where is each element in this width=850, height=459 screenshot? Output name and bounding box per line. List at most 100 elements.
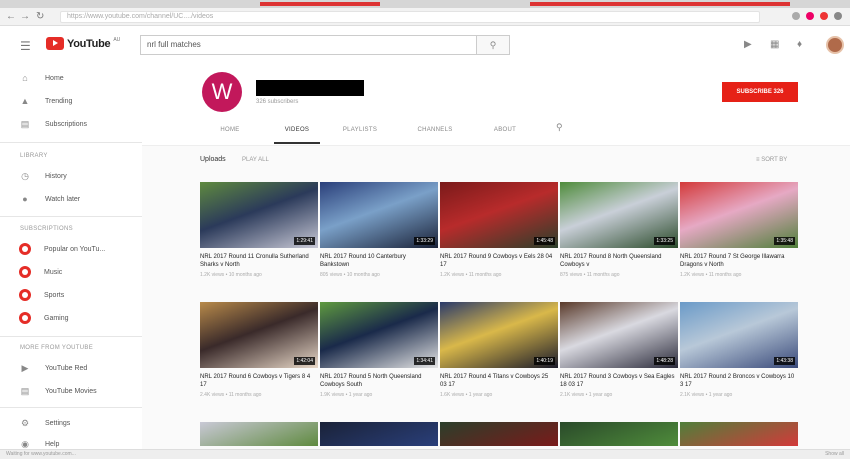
sidebar-item-subscriptions[interactable]: ▤ Subscriptions [0,116,142,132]
subscribe-button[interactable]: SUBSCRIBE 326 [722,82,798,102]
trending-icon: ▲ [20,96,30,106]
video-thumbnail[interactable]: 1:35:48 [680,182,798,248]
video-card[interactable]: 1:43:38 NRL 2017 Round 2 Broncos v Cowboy… [680,302,798,402]
video-meta: 1.2K views • 10 months ago [200,272,262,278]
video-card[interactable]: 1:33:29 NRL 2017 Round 10 Canterbury Bank… [320,182,438,282]
video-title[interactable]: NRL 2017 Round 8 North Queensland Cowboy… [560,253,676,269]
video-duration: 1:29:41 [294,237,315,245]
video-thumbnail[interactable] [440,422,558,446]
play-all-link[interactable]: PLAY ALL [242,157,269,163]
video-thumbnail[interactable]: 1:34:41 [320,302,438,368]
youtube-logo[interactable]: YouTube AU [46,37,120,50]
tab-about[interactable]: ABOUT [490,124,520,144]
video-thumbnail[interactable] [200,422,318,446]
browser-status-bar: Waiting for www.youtube.com... Show all [0,449,850,459]
video-title[interactable]: NRL 2017 Round 10 Canterbury Bankstown [320,253,436,269]
tab-playlists[interactable]: PLAYLISTS [338,124,382,144]
sidebar-item-home[interactable]: ⌂ Home [0,70,142,86]
video-duration: 1:45:48 [534,237,555,245]
video-title[interactable]: NRL 2017 Round 2 Broncos v Cowboys 10 3 … [680,373,796,389]
extension-icon[interactable] [806,12,814,20]
video-card[interactable]: 1:29:41 NRL 2017 Round 11 Cronulla Suther… [200,182,318,282]
video-thumbnail[interactable]: 1:33:25 [560,182,678,248]
video-thumbnail[interactable] [680,422,798,446]
sidebar-item-sports[interactable]: Sports [0,287,142,303]
video-thumbnail[interactable] [320,422,438,446]
sidebar-item-gaming[interactable]: Gaming [0,310,142,326]
search-input[interactable]: nrl full matches [140,35,476,55]
video-card[interactable]: 1:34:41 NRL 2017 Round 5 North Queensland… [320,302,438,402]
sidebar-item-youtube-red[interactable]: ▶ YouTube Red [0,360,142,376]
main-content: W 326 subscribers SUBSCRIBE 326 HOME VID… [142,64,850,459]
video-thumbnail[interactable]: 1:33:29 [320,182,438,248]
video-thumbnail[interactable]: 1:48:28 [560,302,678,368]
video-title[interactable]: NRL 2017 Round 9 Cowboys v Eels 28 04 17 [440,253,556,269]
sidebar-item-popular[interactable]: Popular on YouTu... [0,241,142,257]
sort-by-button[interactable]: ≡ SORT BY [756,157,787,163]
video-title[interactable]: NRL 2017 Round 3 Cowboys v Sea Eagles 18… [560,373,676,389]
sidebar-item-settings[interactable]: ⚙ Settings [0,415,142,431]
video-thumbnail[interactable]: 1:40:19 [440,302,558,368]
channel-avatar[interactable]: W [202,72,242,112]
upload-video-icon[interactable]: ▶ [744,39,752,50]
video-thumbnail[interactable] [560,422,678,446]
forward-icon[interactable]: → [20,11,30,22]
sidebar-item-music[interactable]: Music [0,264,142,280]
channel-search-icon[interactable]: ⚲ [556,122,563,133]
video-card[interactable]: 1:40:19 NRL 2017 Round 4 Titans v Cowboys… [440,302,558,402]
video-title[interactable]: NRL 2017 Round 5 North Queensland Cowboy… [320,373,436,389]
sidebar-item-trending[interactable]: ▲ Trending [0,93,142,109]
video-card[interactable]: 1:42:04 NRL 2017 Round 6 Cowboys v Tigers… [200,302,318,402]
apps-grid-icon[interactable]: ▦ [770,39,779,50]
video-thumbnail[interactable]: 1:29:41 [200,182,318,248]
video-card[interactable]: 1:45:48 NRL 2017 Round 9 Cowboys v Eels 2… [440,182,558,282]
tab-channels[interactable]: CHANNELS [412,124,458,144]
url-field[interactable]: https://www.youtube.com/channel/UC..../v… [60,11,760,23]
back-icon[interactable]: ← [6,11,16,22]
search-button[interactable]: ⚲ [476,35,510,55]
reload-icon[interactable]: ↻ [36,11,44,22]
video-meta: 875 views • 11 months ago [560,272,620,278]
tab-videos[interactable]: VIDEOS [274,124,320,144]
tab-home[interactable]: HOME [218,124,242,144]
video-title[interactable]: NRL 2017 Round 7 St George Illawarra Dra… [680,253,796,269]
video-duration: 1:48:28 [654,357,675,365]
video-duration: 1:43:38 [774,357,795,365]
divider [0,407,142,408]
search-icon: ⚲ [489,40,497,50]
sidebar-item-watch-later[interactable]: ● Watch later [0,191,142,207]
notifications-bell-icon[interactable]: ♦ [797,39,802,50]
video-duration: 1:33:25 [654,237,675,245]
extension-icon[interactable] [792,12,800,20]
sort-icon: ≡ [756,157,760,163]
video-meta: 1.9K views • 1 year ago [320,392,373,398]
video-card[interactable]: 1:35:48 NRL 2017 Round 7 St George Illawa… [680,182,798,282]
menu-icon[interactable] [834,12,842,20]
divider [0,216,142,217]
video-thumbnail[interactable]: 1:43:38 [680,302,798,368]
video-thumbnail[interactable]: 1:42:04 [200,302,318,368]
uploads-heading: Uploads [200,156,226,163]
sidebar-item-youtube-movies[interactable]: ▤ YouTube Movies [0,383,142,399]
video-thumbnail[interactable]: 1:45:48 [440,182,558,248]
video-meta: 1.2K views • 11 months ago [440,272,502,278]
video-title[interactable]: NRL 2017 Round 6 Cowboys v Tigers 8 4 17 [200,373,316,389]
show-all-downloads[interactable]: Show all [825,451,844,457]
hamburger-menu-icon[interactable]: ☰ [20,39,31,53]
sidebar-item-history[interactable]: ◷ History [0,168,142,184]
video-card[interactable]: 1:48:28 NRL 2017 Round 3 Cowboys v Sea Ea… [560,302,678,402]
video-title[interactable]: NRL 2017 Round 11 Cronulla Sutherland Sh… [200,253,316,269]
settings-icon: ⚙ [20,417,30,428]
subscriber-count: 326 subscribers [256,99,299,105]
account-avatar[interactable] [826,36,844,54]
subscriptions-icon: ▤ [20,118,30,129]
video-title[interactable]: NRL 2017 Round 4 Titans v Cowboys 25 03 … [440,373,556,389]
youtube-movies-icon: ▤ [20,385,30,396]
library-heading: LIBRARY [20,153,48,159]
browser-tab-strip [0,0,850,8]
extension-icon[interactable] [820,12,828,20]
divider [0,142,142,143]
watch-later-icon: ● [22,194,28,204]
home-icon: ⌂ [22,73,28,83]
video-card[interactable]: 1:33:25 NRL 2017 Round 8 North Queensland… [560,182,678,282]
